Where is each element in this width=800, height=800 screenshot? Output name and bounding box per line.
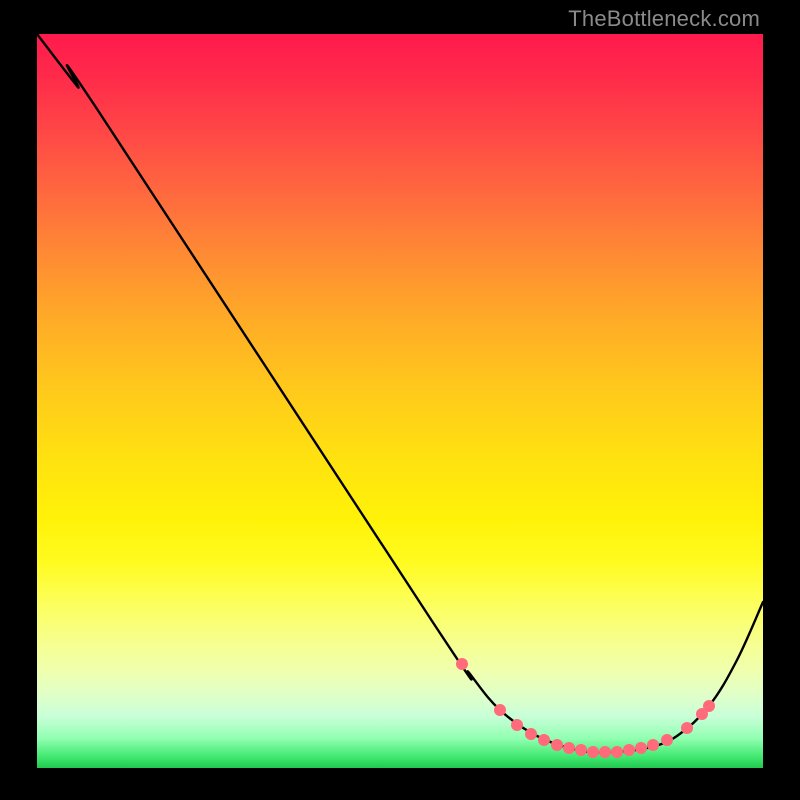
highlight-dot <box>575 744 587 756</box>
bottleneck-curve-line <box>37 34 763 752</box>
attribution-label: TheBottleneck.com <box>568 6 760 32</box>
highlight-dot <box>511 719 523 731</box>
highlight-dot <box>635 742 647 754</box>
highlight-dot <box>623 744 635 756</box>
highlight-dot-group <box>456 658 715 758</box>
highlight-dot <box>661 734 673 746</box>
highlight-dot <box>681 722 693 734</box>
highlight-dot <box>494 704 506 716</box>
gradient-plot-area <box>37 34 763 768</box>
chart-frame: TheBottleneck.com <box>0 0 800 800</box>
highlight-dot <box>525 728 537 740</box>
highlight-dot <box>563 742 575 754</box>
highlight-dot <box>587 746 599 758</box>
highlight-dot <box>647 739 659 751</box>
highlight-dot <box>599 746 611 758</box>
curve-svg <box>37 34 763 768</box>
highlight-dot <box>703 700 715 712</box>
highlight-dot <box>611 746 623 758</box>
highlight-dot <box>538 734 550 746</box>
highlight-dot <box>551 739 563 751</box>
highlight-dot <box>456 658 468 670</box>
